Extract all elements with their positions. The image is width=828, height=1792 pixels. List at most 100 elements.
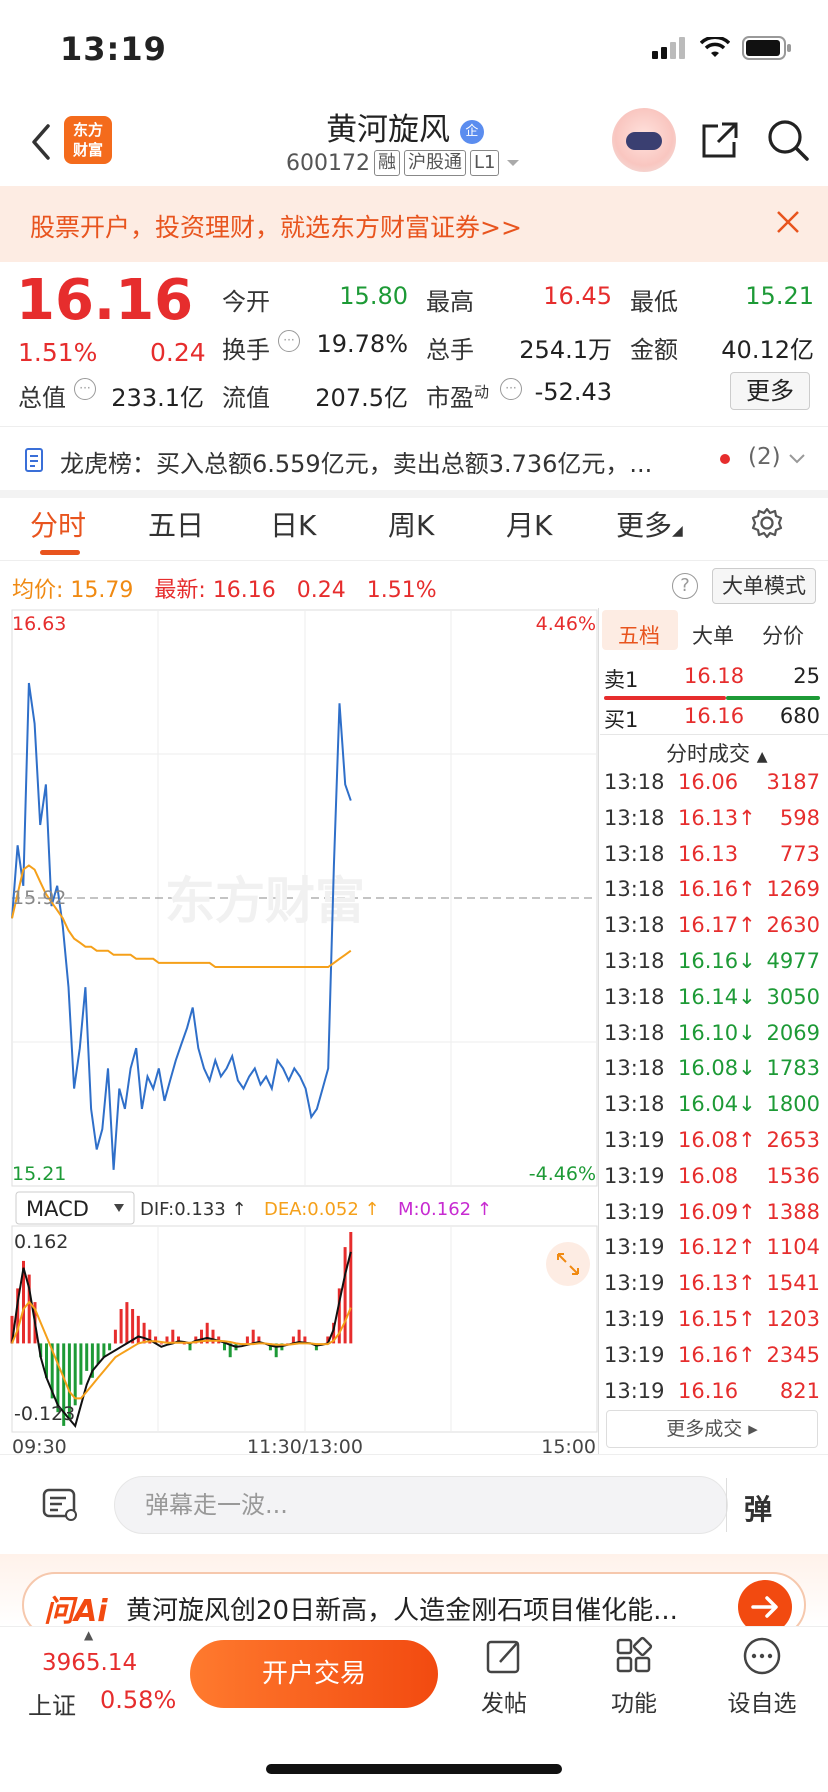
tick-price-value: 16.04 (678, 1092, 739, 1117)
ticks-header[interactable]: 分时成交 ▲ (666, 738, 767, 768)
tick-direction: ↓ (738, 984, 756, 1009)
wifi-icon (700, 37, 730, 57)
tick-time: 13:18 (604, 1020, 665, 1045)
tag-margin: 融 (373, 150, 400, 176)
tick-direction: ↑ (738, 1271, 756, 1296)
function-grid-icon[interactable] (614, 1636, 654, 1676)
tick-volume: 1388 (766, 1199, 820, 1224)
dragon-tiger-text[interactable]: 龙虎榜：买入总额6.559亿元，卖出总额3.736亿元，... (60, 444, 700, 479)
tick-price: 16.10↓ (678, 1021, 756, 1045)
promo-text[interactable]: 股票开户，投资理财，就选东方财富证券>> (30, 208, 522, 244)
amount-value: 40.12亿 (721, 336, 814, 364)
tick-row: 13:18 16.13↑ 598 (600, 806, 820, 836)
back-icon[interactable] (24, 118, 58, 166)
tab-intraday[interactable]: 分时 (30, 504, 86, 544)
tick-volume: 1541 (766, 1271, 820, 1296)
tab-weekly-k[interactable]: 周K (388, 504, 434, 544)
tick-price: 16.17↑ (678, 913, 756, 937)
tick-price: 16.13 (678, 842, 738, 866)
index-name[interactable]: 上证 (28, 1686, 76, 1721)
status-icons (652, 36, 792, 60)
danmu-toggle-button[interactable]: 弹 (744, 1488, 772, 1528)
tab-daily-k[interactable]: 日K (270, 504, 316, 544)
tab-monthly-k[interactable]: 月K (506, 504, 552, 544)
tab-more-caret: ◢ (672, 523, 683, 539)
tick-price-value: 16.13 (678, 805, 739, 830)
y-max-label: 16.63 (12, 613, 66, 635)
macd-selector[interactable]: MACD (15, 1191, 135, 1225)
tick-direction: ↑ (738, 1128, 756, 1152)
change-amount: 0.24 (150, 338, 206, 367)
big-order-mode-button[interactable]: 大单模式 (712, 568, 816, 604)
tab-big-orders[interactable]: 大单 (692, 620, 734, 650)
index-value[interactable]: 3965.14 (42, 1650, 137, 1676)
tick-time: 13:19 (604, 1342, 665, 1367)
open-value: 15.80 (339, 282, 408, 310)
add-watchlist-icon[interactable] (742, 1636, 782, 1676)
comment-input[interactable]: 弹幕走一波... (114, 1476, 728, 1534)
sort-caret-icon: ▲ (756, 749, 768, 765)
ai-assistant-avatar[interactable] (612, 108, 676, 172)
tick-row: 13:19 16.13↑ 1541 (600, 1271, 820, 1301)
search-icon[interactable] (766, 118, 810, 162)
tab-more[interactable]: 更多◢ (616, 504, 683, 544)
tick-price-value: 16.06 (678, 770, 739, 794)
comment-list-icon[interactable] (40, 1484, 80, 1524)
share-icon[interactable] (698, 118, 742, 162)
tick-time: 13:18 (604, 877, 665, 902)
post-label[interactable]: 发帖 (464, 1684, 544, 1718)
tab-price-distribution[interactable]: 分价 (762, 620, 804, 650)
float-value: 207.5亿 (315, 384, 408, 412)
tab-five-levels[interactable]: 五档 (618, 620, 660, 650)
macd-bar (96, 1343, 100, 1364)
current-price: 16.16 (16, 268, 194, 333)
tick-price: 16.04↓ (678, 1092, 756, 1116)
tick-volume: 3187 (766, 770, 820, 794)
tab-five-day[interactable]: 五日 (148, 504, 204, 544)
avg-label: 均价: (12, 578, 64, 603)
buy-1-volume: 680 (779, 704, 820, 728)
post-edit-icon[interactable] (484, 1636, 524, 1676)
more-info-icon[interactable]: ··· (500, 378, 522, 400)
macd-bar (119, 1309, 123, 1344)
tab-more-label: 更多 (616, 509, 673, 542)
tag-level: L1 (469, 150, 500, 176)
more-button[interactable]: 更多 (730, 372, 810, 410)
tick-row: 13:18 16.06 3187 (600, 770, 820, 800)
more-info-icon[interactable]: ··· (278, 330, 300, 352)
tick-row: 13:19 16.08 1536 (600, 1164, 820, 1194)
settings-gear-icon[interactable] (750, 506, 784, 540)
dragon-tiger-count[interactable]: (2) (748, 444, 806, 470)
pe-sup: 动 (474, 383, 490, 401)
tick-time: 13:19 (604, 1235, 665, 1260)
close-icon[interactable] (774, 208, 802, 236)
dropdown-caret-icon (507, 160, 520, 166)
tick-price: 16.06 (678, 770, 738, 794)
tick-direction: ↑ (738, 805, 756, 830)
active-tab-indicator (40, 550, 80, 555)
index-percent[interactable]: 0.58% (100, 1686, 176, 1714)
function-label[interactable]: 功能 (594, 1684, 674, 1718)
tick-direction: ↑ (738, 1342, 756, 1367)
macd-bar (79, 1343, 83, 1385)
ai-news-text[interactable]: 黄河旋风创20日新高，人造金刚石项目催化能... (126, 1590, 726, 1627)
divider (0, 426, 828, 427)
expand-icon[interactable] (546, 1242, 590, 1286)
tick-direction: ↓ (738, 1020, 756, 1045)
tick-row: 13:18 16.04↓ 1800 (600, 1092, 820, 1122)
watchlist-label[interactable]: 设自选 (722, 1684, 802, 1718)
ai-logo: 问Ai (44, 1594, 108, 1629)
stock-subtitle[interactable]: 600172 融 沪股通 L1 (286, 150, 523, 176)
more-info-icon[interactable]: ··· (74, 378, 96, 400)
macd-bar (136, 1315, 140, 1344)
low-value: 15.21 (745, 282, 814, 310)
open-account-trade-button[interactable]: 开户交易 (190, 1640, 438, 1708)
intraday-chart[interactable]: 东方财富 16.63 4.46% 15.92 15.21 -4.46% MACD… (0, 608, 600, 1458)
tick-price: 16.16 (678, 1379, 738, 1403)
open-label: 今开 (222, 288, 270, 316)
help-icon[interactable]: ? (672, 573, 698, 599)
tick-row: 13:19 16.16↑ 2345 (600, 1343, 820, 1373)
macd-bar (251, 1329, 255, 1344)
tick-price-value: 16.12 (678, 1235, 739, 1260)
more-ticks-button[interactable]: 更多成交 ▸ (606, 1410, 818, 1448)
